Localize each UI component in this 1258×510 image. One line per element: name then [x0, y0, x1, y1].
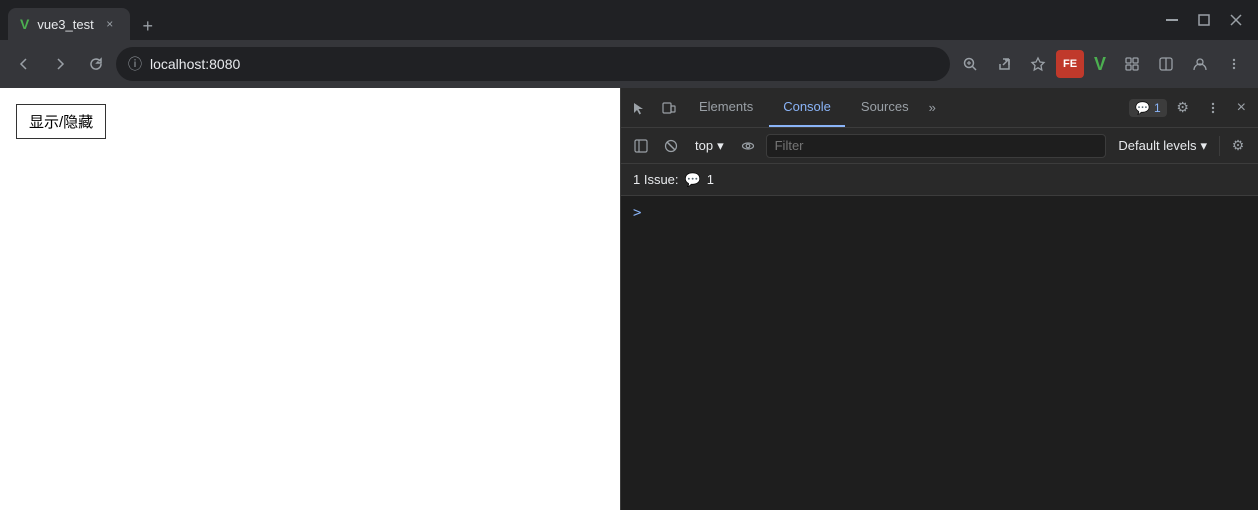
- console-settings-button[interactable]: ⚙: [1226, 134, 1250, 158]
- devtools-panel: Elements Console Sources » 💬 1 ⚙ ×: [620, 88, 1258, 510]
- maximize-button[interactable]: [1190, 6, 1218, 34]
- main-area: 显示/隐藏 Elements Console Sources » 💬 1 ⚙: [0, 88, 1258, 510]
- tab-sources[interactable]: Sources: [847, 88, 923, 127]
- issues-label: 1 Issue:: [633, 172, 679, 187]
- sidebar-button[interactable]: [1150, 48, 1182, 80]
- default-levels-label: Default levels: [1118, 138, 1196, 153]
- devtools-more-button[interactable]: [1199, 94, 1227, 122]
- levels-arrow-icon: ▾: [1200, 138, 1207, 154]
- issues-badge[interactable]: 💬 1: [1129, 99, 1167, 117]
- info-icon: ⓘ: [128, 54, 142, 74]
- devtools-cursor-icon[interactable]: [625, 94, 653, 122]
- issues-badge-icon: 💬: [1135, 101, 1150, 115]
- issue-count: 1: [707, 172, 714, 187]
- extension-fe-button[interactable]: FE: [1056, 50, 1084, 78]
- context-arrow-icon: ▾: [717, 138, 724, 154]
- console-eye-button[interactable]: [736, 134, 760, 158]
- tab-area: V vue3_test × +: [8, 0, 1154, 40]
- minimize-button[interactable]: [1158, 6, 1186, 34]
- bookmark-button[interactable]: [1022, 48, 1054, 80]
- menu-button[interactable]: [1218, 48, 1250, 80]
- extensions-button[interactable]: [1116, 48, 1148, 80]
- issues-bar: 1 Issue: 💬 1: [621, 164, 1258, 196]
- nav-actions: FE V: [954, 48, 1250, 80]
- tab-vue-icon: V: [20, 16, 29, 32]
- tab-console[interactable]: Console: [769, 88, 845, 127]
- navbar: ⓘ localhost:8080 FE V: [0, 40, 1258, 88]
- console-clear-button[interactable]: [659, 134, 683, 158]
- titlebar: V vue3_test × +: [0, 0, 1258, 40]
- tab-close-button[interactable]: ×: [102, 16, 118, 32]
- console-prompt: >: [633, 205, 641, 221]
- devtools-close-button[interactable]: ×: [1229, 99, 1254, 117]
- forward-button[interactable]: [44, 48, 76, 80]
- console-toolbar: top ▾ Default levels ▾ ⚙: [621, 128, 1258, 164]
- context-selector[interactable]: top ▾: [689, 136, 730, 156]
- extension-vue-button[interactable]: V: [1086, 50, 1114, 78]
- context-label: top: [695, 138, 713, 153]
- console-sidebar-button[interactable]: [629, 134, 653, 158]
- tab-elements[interactable]: Elements: [685, 88, 767, 127]
- devtools-settings-button[interactable]: ⚙: [1169, 94, 1197, 122]
- tab-label: vue3_test: [37, 17, 93, 32]
- address-bar[interactable]: ⓘ localhost:8080: [116, 47, 950, 81]
- window-controls: [1158, 6, 1250, 34]
- share-button[interactable]: [988, 48, 1020, 80]
- show-hide-button[interactable]: 显示/隐藏: [16, 104, 106, 139]
- devtools-toolbar: Elements Console Sources » 💬 1 ⚙ ×: [621, 88, 1258, 128]
- default-levels-selector[interactable]: Default levels ▾: [1112, 136, 1213, 156]
- back-button[interactable]: [8, 48, 40, 80]
- more-tabs-button[interactable]: »: [925, 100, 940, 115]
- profile-button[interactable]: [1184, 48, 1216, 80]
- devtools-device-icon[interactable]: [655, 94, 683, 122]
- issue-icon: 💬: [685, 172, 701, 188]
- issues-badge-count: 1: [1154, 101, 1161, 115]
- close-button[interactable]: [1222, 6, 1250, 34]
- address-text: localhost:8080: [150, 56, 240, 72]
- active-tab[interactable]: V vue3_test ×: [8, 8, 130, 40]
- new-tab-button[interactable]: +: [134, 12, 162, 40]
- webpage: 显示/隐藏: [0, 88, 620, 510]
- zoom-button[interactable]: [954, 48, 986, 80]
- reload-button[interactable]: [80, 48, 112, 80]
- console-content[interactable]: >: [621, 196, 1258, 510]
- filter-input[interactable]: [766, 134, 1107, 158]
